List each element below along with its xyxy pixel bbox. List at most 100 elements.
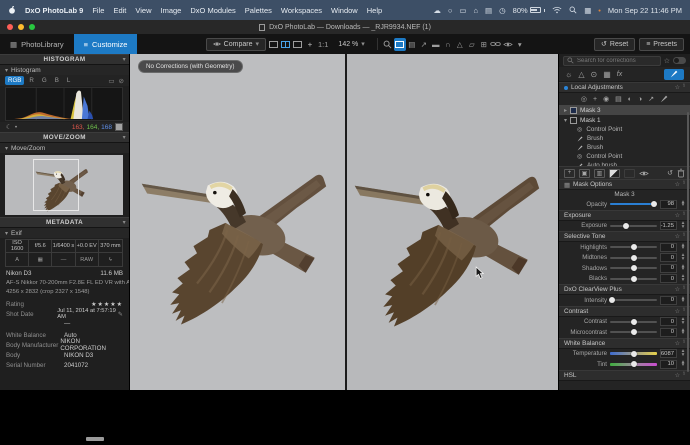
blacks-slider[interactable] — [610, 278, 657, 280]
histogram-subheader[interactable]: ▾ Histogram — [0, 65, 129, 75]
microcontrast-slider[interactable] — [610, 331, 657, 333]
mask-row-mask1[interactable]: ▾ Mask 1 — [559, 115, 690, 125]
display-icon[interactable]: ▭ — [108, 77, 114, 85]
metadata-palette-header[interactable]: METADATA ▾ — [0, 217, 129, 228]
collapse-icon[interactable]: ▾ — [5, 230, 8, 237]
contrast-slider[interactable] — [610, 321, 657, 323]
menu-item-workspaces[interactable]: Workspaces — [281, 6, 322, 15]
horizon-tool-icon[interactable]: ∩ — [442, 38, 454, 51]
contrast-value[interactable]: 0 — [660, 317, 677, 326]
blacks-stepper[interactable]: ▴▾ — [680, 275, 686, 282]
expand-icon[interactable]: ▸ — [564, 107, 567, 114]
reset-button[interactable]: ↺ Reset — [594, 38, 635, 51]
contrast-stepper[interactable]: ▴▾ — [680, 318, 686, 325]
microcontrast-value[interactable]: 0 — [660, 328, 677, 337]
menu-item-image[interactable]: Image — [161, 6, 182, 15]
battery-indicator[interactable]: 80% — [513, 6, 546, 15]
status-icon-1[interactable]: ○ — [448, 6, 453, 15]
link-icon[interactable] — [490, 38, 502, 51]
menu-clock[interactable]: Mon Sep 22 11:46 PM — [608, 6, 682, 15]
highlights-slider[interactable] — [610, 246, 657, 248]
channel-r[interactable]: R — [26, 76, 36, 85]
favorites-star-icon[interactable]: ☆ — [664, 57, 670, 65]
highlights-stepper[interactable]: ▴▾ — [680, 244, 686, 251]
eraser-tool-icon[interactable]: ◑ — [638, 96, 642, 103]
grid-overlay-icon[interactable]: ⊞ — [478, 38, 490, 51]
menu-app-name[interactable]: DxO PhotoLab 9 — [25, 6, 83, 15]
menu-item-view[interactable]: View — [135, 6, 151, 15]
mask-options-header[interactable]: ▦ Mask Options ☆ ¹ — [559, 179, 690, 190]
gradient-tool-icon[interactable]: ▤ — [615, 95, 622, 103]
menu-item-palettes[interactable]: Palettes — [245, 6, 272, 15]
before-image-pane[interactable]: No Corrections (with Geometry) — [130, 54, 345, 390]
zoom-level-select[interactable]: 142 % ▾ — [332, 38, 370, 51]
new-mask-button[interactable]: + — [564, 169, 575, 178]
delete-mask-icon[interactable] — [677, 168, 685, 178]
apple-menu-icon[interactable] — [8, 5, 16, 15]
tint-stepper[interactable]: ▴▾ — [680, 361, 686, 368]
menu-item-help[interactable]: Help — [367, 6, 382, 15]
favorite-star-icon[interactable]: ☆ — [675, 84, 680, 91]
status-icon-2[interactable]: ▭ — [459, 6, 466, 15]
mask-child-control-point[interactable]: ◎ Control Point — [559, 125, 690, 134]
control-line-tool-icon[interactable]: ◉ — [603, 95, 609, 103]
opacity-stepper[interactable]: ▴▾ — [680, 201, 686, 208]
tab-customize[interactable]: ≡ Customize — [74, 34, 138, 54]
local-adjustments-category-button[interactable] — [664, 69, 684, 80]
midtones-slider[interactable] — [610, 257, 657, 259]
tint-value[interactable]: 10 — [660, 360, 677, 369]
shadows-slider[interactable] — [610, 267, 657, 269]
geometry-category-icon[interactable]: ▦ — [603, 70, 611, 79]
copy-mask-button[interactable]: ▥ — [594, 169, 605, 178]
exposure-slider[interactable] — [610, 225, 657, 227]
no-softproof-icon[interactable]: ⊘ — [119, 77, 124, 85]
wifi-icon[interactable] — [552, 6, 562, 14]
favorite-star-icon[interactable]: ☆ — [675, 308, 680, 315]
favorite-star-icon[interactable]: ☆ — [675, 181, 680, 188]
pen-tool-icon[interactable]: ↗ — [418, 38, 430, 51]
after-image-pane[interactable] — [347, 54, 558, 390]
favorite-star-icon[interactable]: ☆ — [675, 233, 680, 240]
local-adjustments-header[interactable]: Local Adjustments ☆ ¹ — [559, 82, 690, 93]
duplicate-mask-button[interactable]: ▣ — [579, 169, 590, 178]
right-panel-scrollbar[interactable] — [687, 112, 689, 372]
palette-menu-icon[interactable]: ▾ — [123, 56, 126, 63]
active-corrections-toggle[interactable] — [673, 57, 686, 64]
zoom-1to1-button[interactable]: 1:1 — [316, 38, 330, 51]
exposure-stepper[interactable]: ▴▾ — [680, 222, 686, 229]
menu-item-dxo-modules[interactable]: DxO Modules — [190, 6, 235, 15]
disabled-mask-button[interactable] — [624, 169, 635, 178]
clock-menu-icon[interactable]: ◷ — [499, 6, 506, 15]
more-tools-icon[interactable]: ▾ — [514, 38, 526, 51]
invert-mask-button[interactable] — [609, 169, 620, 178]
favorite-star-icon[interactable]: ☆ — [675, 340, 680, 347]
status-icon-4[interactable]: ▤ — [485, 6, 492, 15]
movezoom-subheader[interactable]: ▾ Move/Zoom — [0, 143, 129, 153]
perspective-tool-icon[interactable]: △ — [454, 38, 466, 51]
temperature-value[interactable]: 6087 — [660, 349, 677, 358]
blacks-value[interactable]: 0 — [660, 274, 677, 283]
favorite-star-icon[interactable]: ☆ — [675, 286, 680, 293]
collapse-icon[interactable]: ▾ — [5, 145, 8, 152]
compare-button[interactable]: Compare ▾ — [206, 38, 266, 51]
tab-photolibrary[interactable]: ▦ PhotoLibrary — [0, 34, 74, 54]
opacity-slider[interactable] — [610, 203, 657, 205]
detail-category-icon[interactable]: ⊙ — [591, 70, 598, 79]
selective-tone-header[interactable]: Selective Tone ☆¹ — [559, 231, 690, 242]
mask-child-control-point[interactable]: ◎ Control Point — [559, 152, 690, 161]
light-category-icon[interactable]: ☼ — [565, 70, 572, 79]
fx-category-icon[interactable]: fx — [617, 71, 622, 78]
menu-item-file[interactable]: File — [92, 6, 104, 15]
search-corrections-box[interactable] — [563, 56, 661, 66]
microcontrast-stepper[interactable]: ▴▾ — [680, 329, 686, 336]
pan-tool-icon[interactable]: + — [304, 38, 316, 51]
zoom-window-button[interactable] — [29, 24, 35, 30]
magnifier-tool-icon[interactable] — [382, 38, 394, 51]
histogram-palette-header[interactable]: HISTOGRAM ▾ — [0, 54, 129, 65]
favorite-star-icon[interactable]: ☆ — [675, 212, 680, 219]
clearview-header[interactable]: DxO ClearView Plus ☆¹ — [559, 284, 690, 295]
brush-tool-icon[interactable] — [660, 95, 668, 103]
edit-date-icon[interactable]: ✎ — [118, 311, 123, 318]
highlight-clipping-icon[interactable]: • — [15, 124, 17, 131]
shadows-stepper[interactable]: ▴▾ — [680, 265, 686, 272]
